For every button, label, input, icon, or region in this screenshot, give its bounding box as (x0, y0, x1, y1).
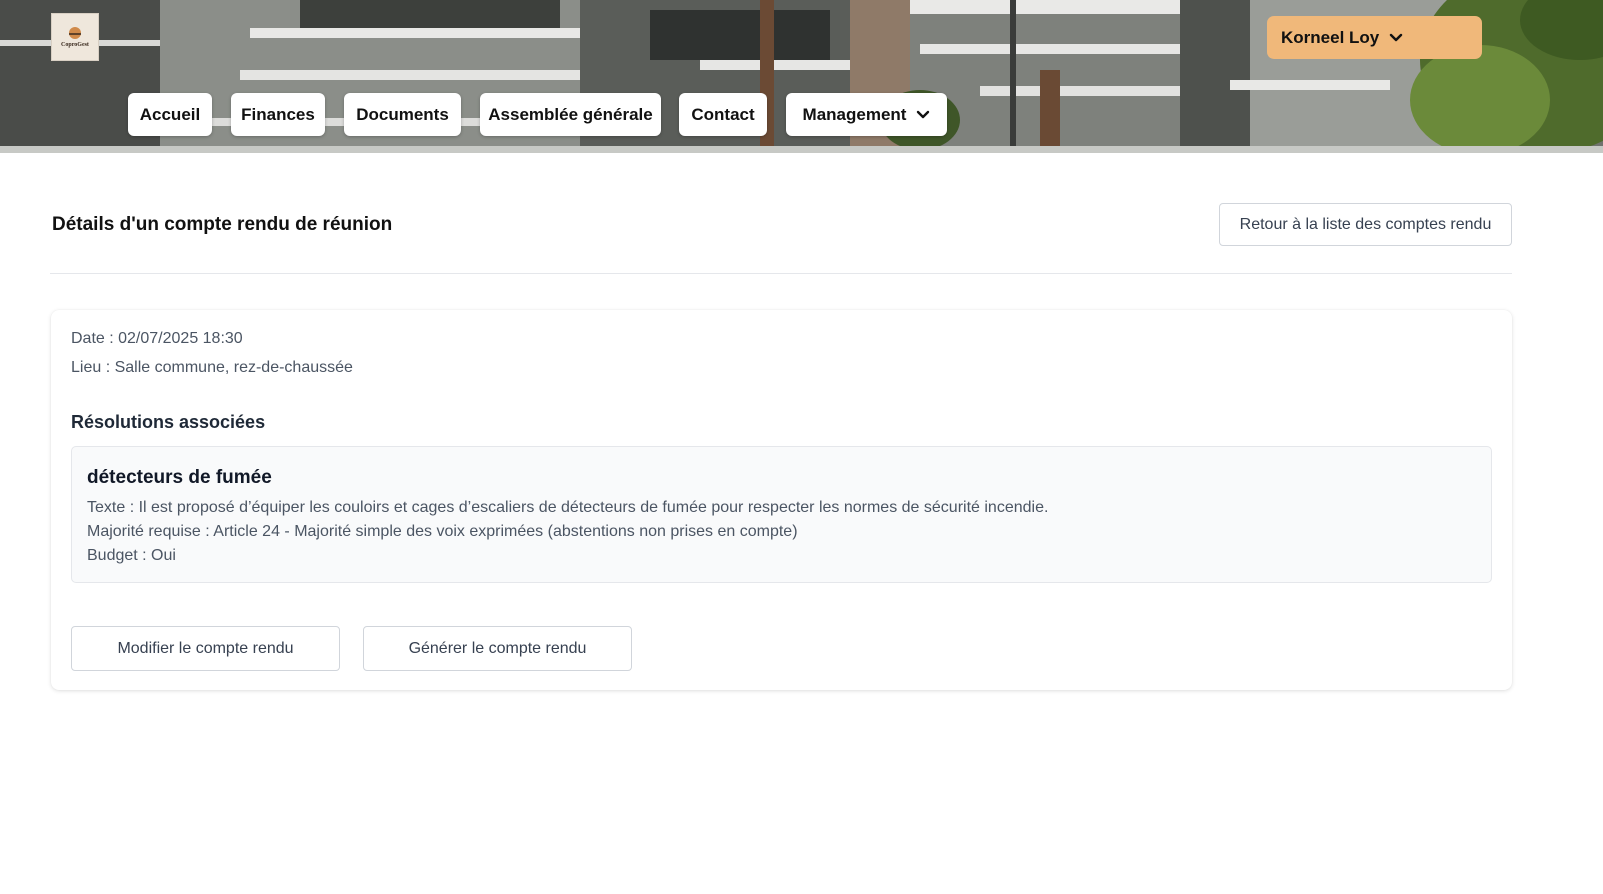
user-menu-button[interactable]: Korneel Loy (1267, 16, 1482, 59)
resolution-text: Texte : Il est proposé d’équiper les cou… (87, 499, 1049, 516)
nav-accueil[interactable]: Accueil (128, 93, 212, 136)
edit-report-button[interactable]: Modifier le compte rendu (71, 626, 340, 671)
nav-documents[interactable]: Documents (344, 93, 461, 136)
nav-contact[interactable]: Contact (679, 93, 767, 136)
chevron-down-icon (1389, 33, 1403, 43)
resolution-majority: Majorité requise : Article 24 - Majorité… (87, 523, 798, 540)
resolutions-section-title: Résolutions associées (71, 412, 266, 432)
resolution-item: détecteurs de fumée Texte : Il est propo… (71, 446, 1492, 583)
app-logo[interactable]: CoproGest (51, 13, 99, 61)
meeting-place: Lieu : Salle commune, rez-de-chaussée (71, 359, 353, 376)
resolution-budget: Budget : Oui (87, 547, 176, 564)
generate-report-button[interactable]: Générer le compte rendu (363, 626, 632, 671)
back-to-list-button[interactable]: Retour à la liste des comptes rendu (1219, 203, 1512, 246)
user-name: Korneel Loy (1281, 27, 1380, 47)
header-banner: CoproGest Korneel Loy Accueil Finances D… (0, 0, 1603, 153)
nav-finances[interactable]: Finances (231, 93, 325, 136)
nav-management[interactable]: Management (786, 93, 947, 136)
meeting-report-card: Date : 02/07/2025 18:30 Lieu : Salle com… (51, 310, 1512, 690)
nav-assemblee-generale[interactable]: Assemblée générale (480, 93, 661, 136)
page-heading: Détails d'un compte rendu de réunion Ret… (50, 203, 1512, 274)
logo-icon (69, 27, 81, 39)
page-title: Détails d'un compte rendu de réunion (52, 214, 393, 235)
chevron-down-icon (916, 110, 930, 120)
logo-text: CoproGest (61, 42, 89, 48)
meeting-date: Date : 02/07/2025 18:30 (71, 330, 243, 347)
resolution-title: détecteurs de fumée (87, 467, 272, 488)
nav-management-label: Management (802, 104, 907, 124)
